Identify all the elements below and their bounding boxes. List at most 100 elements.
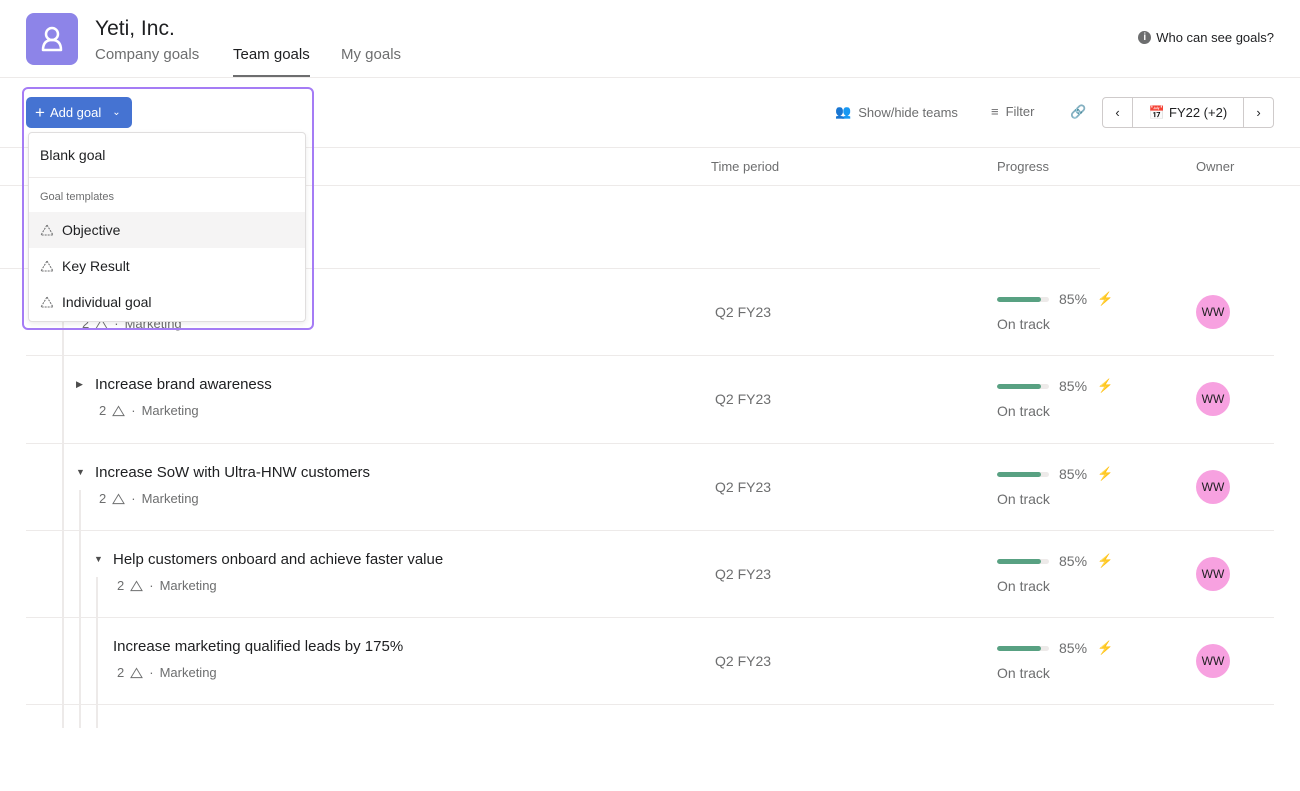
owner-avatar[interactable]: WW <box>1196 382 1230 416</box>
time-period: Q2 FY23 <box>715 566 772 582</box>
goal-triangle-icon <box>130 666 144 678</box>
time-period: Q2 FY23 <box>715 479 772 495</box>
goal-triangle-icon <box>40 224 54 236</box>
progress-bar <box>997 645 1049 651</box>
status-label: On track <box>997 316 1050 332</box>
org-name: Yeti, Inc. <box>95 17 175 40</box>
add-goal-button[interactable]: + Add goal ⌄ <box>26 97 132 128</box>
lightning-icon: ⚡ <box>1097 378 1114 393</box>
goal-triangle-icon <box>130 579 144 591</box>
show-hide-teams-button[interactable]: 👥 Show/hide teams <box>835 104 958 120</box>
info-icon: i <box>1138 31 1152 44</box>
time-period: Q2 FY23 <box>715 653 772 669</box>
column-header-time-period[interactable]: Time period <box>711 159 779 174</box>
progress-bar <box>997 558 1049 564</box>
goal-title[interactable]: Help customers onboard and achieve faste… <box>113 551 443 568</box>
period-selector: ‹ 📅 FY22 (+2) › <box>1102 97 1274 128</box>
time-period: Q2 FY23 <box>715 391 772 407</box>
goal-title[interactable]: Increase marketing qualified leads by 17… <box>113 638 403 655</box>
collapse-caret-icon[interactable]: ▼ <box>76 467 85 477</box>
goal-triangle-icon <box>40 296 54 308</box>
filter-label: Filter <box>1005 104 1035 119</box>
filter-button[interactable]: ≡ Filter <box>991 104 1034 119</box>
progress-percent: 85% <box>1059 466 1088 482</box>
goal-triangle-icon <box>112 404 126 416</box>
collapse-caret-icon[interactable]: ▼ <box>94 554 103 564</box>
separator-dot: · <box>149 665 154 680</box>
lightning-icon: ⚡ <box>1097 466 1114 481</box>
separator-dot: · <box>131 491 136 506</box>
menu-item-individual-goal[interactable]: Individual goal <box>29 284 305 320</box>
tab-my-goals[interactable]: My goals <box>341 46 401 71</box>
column-header-progress[interactable]: Progress <box>997 159 1049 174</box>
team-name[interactable]: Marketing <box>160 578 217 593</box>
goal-meta: 2 · Marketing <box>117 665 217 680</box>
goal-row[interactable] <box>26 704 1274 791</box>
status-label: On track <box>997 491 1050 507</box>
lightning-icon: ⚡ <box>1097 640 1114 655</box>
subgoal-count: 2 <box>117 578 125 593</box>
goal-meta: 2 · Marketing <box>117 578 217 593</box>
org-logo <box>26 13 78 65</box>
tab-company-goals[interactable]: Company goals <box>95 46 199 71</box>
subgoal-count: 2 <box>99 403 107 418</box>
goal-triangle-icon <box>40 260 54 272</box>
who-can-see-goals-link[interactable]: i Who can see goals? <box>1138 30 1274 45</box>
menu-item-blank-goal[interactable]: Blank goal <box>29 137 305 173</box>
goal-row[interactable] <box>26 443 1274 530</box>
link-icon: 🔗 <box>1070 104 1087 119</box>
goal-row[interactable] <box>26 355 1274 442</box>
menu-item-key-result[interactable]: Key Result <box>29 248 305 284</box>
goal-title[interactable]: Increase brand awareness <box>95 376 272 393</box>
period-dropdown[interactable]: 📅 FY22 (+2) <box>1133 98 1243 127</box>
progress-percent: 85% <box>1059 553 1088 569</box>
expand-caret-icon[interactable]: ▶ <box>76 379 83 390</box>
owner-avatar[interactable]: WW <box>1196 644 1230 678</box>
owner-avatar[interactable]: WW <box>1196 295 1230 329</box>
progress[interactable]: 85% ⚡ <box>997 466 1113 482</box>
progress-percent: 85% <box>1059 291 1088 307</box>
add-goal-menu: Blank goal Goal templates Objective Key … <box>28 132 306 322</box>
people-icon: 👥 <box>835 104 852 119</box>
who-can-see-label: Who can see goals? <box>1156 30 1274 45</box>
goal-meta: 2 · Marketing <box>99 491 199 506</box>
progress[interactable]: 85% ⚡ <box>997 553 1113 569</box>
divider <box>0 77 1300 78</box>
team-name[interactable]: Marketing <box>160 665 217 680</box>
column-header-owner[interactable]: Owner <box>1196 159 1234 174</box>
add-goal-label: Add goal <box>49 105 102 120</box>
time-period: Q2 FY23 <box>715 304 772 320</box>
team-name[interactable]: Marketing <box>142 491 199 506</box>
period-label: FY22 (+2) <box>1169 105 1228 120</box>
subgoal-count: 2 <box>99 491 107 506</box>
previous-period-button[interactable]: ‹ <box>1103 98 1133 127</box>
menu-item-label: Individual goal <box>62 294 152 310</box>
progress[interactable]: 85% ⚡ <box>997 378 1113 394</box>
owner-avatar[interactable]: WW <box>1196 557 1230 591</box>
copy-link-button[interactable]: 🔗 <box>1070 104 1086 120</box>
status-label: On track <box>997 578 1050 594</box>
owner-avatar[interactable]: WW <box>1196 470 1230 504</box>
goal-row[interactable] <box>26 530 1274 617</box>
next-period-button[interactable]: › <box>1243 98 1273 127</box>
show-hide-teams-label: Show/hide teams <box>858 104 958 120</box>
lightning-icon: ⚡ <box>1097 291 1114 306</box>
progress[interactable]: 85% ⚡ <box>997 640 1113 656</box>
goal-title[interactable]: Increase SoW with Ultra-HNW customers <box>95 464 370 481</box>
goal-templates-heading: Goal templates <box>40 191 114 203</box>
team-name[interactable]: Marketing <box>142 403 199 418</box>
chevron-down-icon: ⌄ <box>112 107 121 118</box>
progress-bar <box>997 296 1049 302</box>
separator-dot: · <box>149 578 154 593</box>
progress-bar <box>997 383 1049 389</box>
tab-team-goals[interactable]: Team goals <box>233 46 310 78</box>
filter-icon: ≡ <box>991 104 999 119</box>
goal-row[interactable] <box>26 617 1274 704</box>
progress-percent: 85% <box>1059 378 1088 394</box>
status-label: On track <box>997 403 1050 419</box>
goal-meta: 2 · Marketing <box>99 403 199 418</box>
menu-item-objective[interactable]: Objective <box>29 212 305 248</box>
goal-triangle-icon <box>112 492 126 504</box>
progress-bar <box>997 471 1049 477</box>
progress[interactable]: 85% ⚡ <box>997 291 1113 307</box>
